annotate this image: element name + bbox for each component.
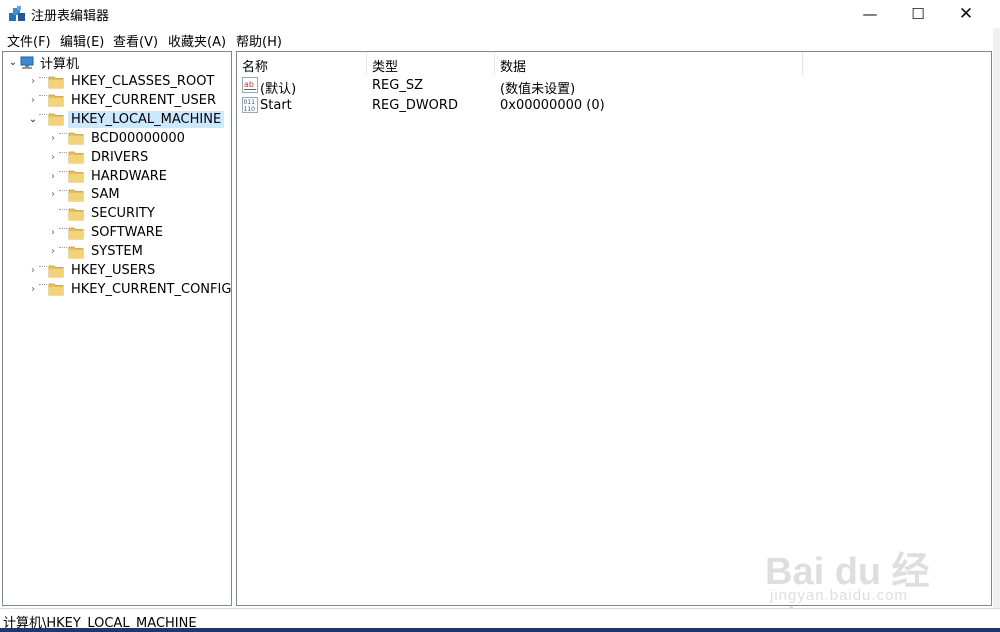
tree-connector <box>39 114 47 133</box>
folder-icon <box>48 264 64 278</box>
expand-arrow-icon[interactable]: ⌄ <box>7 53 19 72</box>
tree-item[interactable]: › BCD00000000 <box>47 129 188 148</box>
tree-label: HKEY_CURRENT_USER <box>71 92 217 108</box>
tree-item[interactable]: › SAM <box>47 185 123 204</box>
expand-arrow-icon[interactable]: › <box>27 91 39 110</box>
computer-icon <box>20 56 34 69</box>
menu-edit[interactable]: 编辑(E) <box>60 31 104 50</box>
value-name: (默认) <box>260 82 297 97</box>
folder-icon <box>68 226 84 240</box>
tree-label: HARDWARE <box>91 168 167 184</box>
menu-view[interactable]: 查看(V) <box>113 31 158 50</box>
close-button[interactable]: ✕ <box>942 0 990 28</box>
tree-item[interactable]: › DRIVERS <box>47 148 151 167</box>
folder-icon <box>68 245 84 259</box>
column-header-data[interactable]: 数据 <box>495 52 803 75</box>
value-name: Start <box>260 98 292 113</box>
menu-help[interactable]: 帮助(H) <box>236 31 282 50</box>
tree-item[interactable]: SECURITY <box>47 204 158 223</box>
column-header-name[interactable]: 名称 <box>237 52 367 75</box>
regedit-app-icon <box>9 6 25 21</box>
expand-arrow-icon[interactable]: › <box>47 129 59 148</box>
folder-icon <box>48 282 64 296</box>
expand-arrow-icon[interactable]: › <box>27 280 39 299</box>
right-edge-strip <box>993 28 1000 632</box>
svg-text:011: 011 <box>244 99 256 106</box>
tree-item[interactable]: ⌄ HKEY_LOCAL_MACHINE <box>27 110 225 129</box>
expand-arrow-icon[interactable]: › <box>27 261 39 280</box>
title-bar: 注册表编辑器 — ☐ ✕ <box>0 0 1000 28</box>
key-tree-pane[interactable]: ⌄ 计算机 › HKEY_CLASSES_ROOT › HKEY_CURRENT_US… <box>2 51 232 606</box>
expand-arrow-icon[interactable]: › <box>47 185 59 204</box>
tree-connector <box>39 284 47 303</box>
expand-arrow-icon[interactable]: › <box>27 72 39 91</box>
menu-bar: 文件(F) 编辑(E) 查看(V) 收藏夹(A) 帮助(H) <box>0 29 1000 50</box>
tree-item[interactable]: › HKEY_CURRENT_CONFIG <box>27 280 232 299</box>
watermark-sub-text: jingyan.baidu.com <box>770 587 908 604</box>
tree-item-computer[interactable]: ⌄ 计算机 <box>7 53 82 72</box>
tree-item[interactable]: › HKEY_USERS <box>27 261 158 280</box>
svg-text:ab: ab <box>244 80 254 89</box>
value-type: REG_DWORD <box>372 98 458 113</box>
value-data: 0x00000000 (0) <box>500 98 605 113</box>
expand-arrow-icon[interactable]: › <box>47 242 59 261</box>
column-header-type[interactable]: 类型 <box>367 52 495 75</box>
tree-label: SECURITY <box>91 206 155 222</box>
tree-label: SAM <box>91 187 120 203</box>
tree-label: BCD00000000 <box>91 130 185 146</box>
baidu-watermark: Bai du 经验 jingyan.baidu.com <box>765 530 955 632</box>
tree-label: HKEY_CURRENT_CONFIG <box>71 281 232 297</box>
tree-label: HKEY_LOCAL_MACHINE <box>68 110 225 128</box>
tree-label: 计算机 <box>40 57 80 72</box>
value-type: REG_SZ <box>372 78 423 93</box>
menu-favorites[interactable]: 收藏夹(A) <box>168 31 226 50</box>
tree-label: HKEY_USERS <box>71 263 156 278</box>
tree-connector <box>47 204 59 223</box>
tree-item[interactable]: › HKEY_CURRENT_USER <box>27 91 219 110</box>
tree-label: SYSTEM <box>91 244 143 260</box>
string-value-icon: ab <box>242 77 258 93</box>
menu-file[interactable]: 文件(F) <box>7 31 51 50</box>
tree-label: DRIVERS <box>91 149 149 165</box>
value-row[interactable]: ab (默认) REG_SZ (数值未设置) <box>240 76 980 97</box>
folder-icon <box>68 150 84 164</box>
tree-item[interactable]: › SOFTWARE <box>47 223 166 242</box>
tree-label: HKEY_CLASSES_ROOT <box>71 74 215 89</box>
folder-icon <box>48 93 64 107</box>
folder-icon <box>68 169 84 183</box>
tree-label: SOFTWARE <box>91 225 163 241</box>
tree-item[interactable]: › HKEY_CLASSES_ROOT <box>27 72 217 91</box>
value-row[interactable]: 011 110 Start REG_DWORD 0x00000000 (0) <box>240 96 980 116</box>
folder-icon <box>48 75 64 89</box>
value-list-pane[interactable]: 名称 类型 数据 ab (默认) REG_SZ (数值未设置) 011 110 … <box>236 51 992 606</box>
minimize-button[interactable]: — <box>846 0 894 28</box>
tree-item[interactable]: › SYSTEM <box>47 242 146 261</box>
folder-icon <box>68 207 84 221</box>
binary-value-icon: 011 110 <box>242 97 258 113</box>
svg-text:110: 110 <box>244 106 256 113</box>
folder-icon <box>68 188 84 202</box>
folder-icon <box>68 131 84 145</box>
expand-arrow-icon[interactable]: › <box>47 167 59 186</box>
folder-icon <box>48 112 64 126</box>
window-title: 注册表编辑器 <box>31 9 110 24</box>
expand-arrow-icon[interactable]: › <box>47 223 59 242</box>
tree-item[interactable]: › HARDWARE <box>47 167 170 186</box>
expand-arrow-icon[interactable]: › <box>47 148 59 167</box>
value-data: (数值未设置) <box>500 82 576 97</box>
taskbar-edge <box>0 628 1000 632</box>
expand-arrow-icon[interactable]: ⌄ <box>27 110 39 129</box>
maximize-button[interactable]: ☐ <box>894 0 942 28</box>
